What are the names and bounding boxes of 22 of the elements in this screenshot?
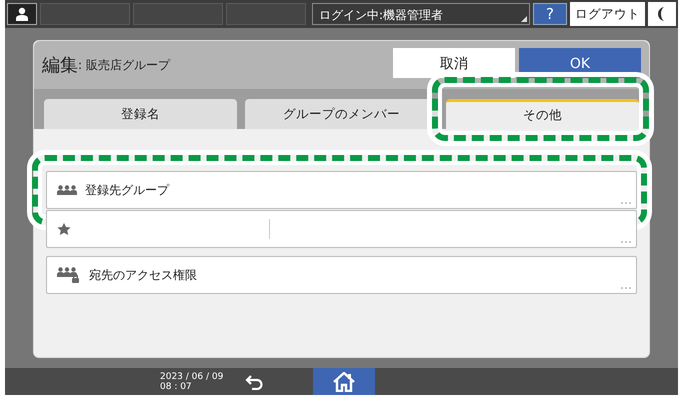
night-mode-button[interactable]	[648, 2, 676, 26]
login-status-dropdown[interactable]: ログイン中:機器管理者	[312, 3, 530, 25]
help-button[interactable]: ?	[533, 3, 567, 25]
setting-item[interactable]: 登録先グループ	[46, 171, 637, 209]
back-arrow-icon	[245, 374, 265, 390]
star-icon	[57, 223, 71, 235]
dropdown-corner-icon	[521, 16, 527, 22]
setting-item[interactable]: 宛先のアクセス権限	[46, 256, 637, 294]
home-button[interactable]	[313, 368, 375, 395]
tab[interactable]: 登録名	[44, 99, 237, 129]
group-lock-icon	[57, 267, 81, 283]
logout-button[interactable]: ログアウト	[570, 2, 645, 26]
tab[interactable]: その他	[446, 99, 639, 129]
home-icon	[333, 372, 355, 392]
dialog-title: 編集	[42, 54, 78, 78]
person-icon	[15, 7, 29, 21]
tab[interactable]: グループのメンバー	[245, 99, 438, 129]
time-text: 08 : 07	[160, 382, 193, 392]
date-text: 2023 / 06 / 09	[160, 372, 224, 382]
dialog-subtitle: : 販売店グループ	[78, 57, 170, 74]
user-button[interactable]	[7, 3, 37, 25]
group-icon	[57, 185, 77, 195]
